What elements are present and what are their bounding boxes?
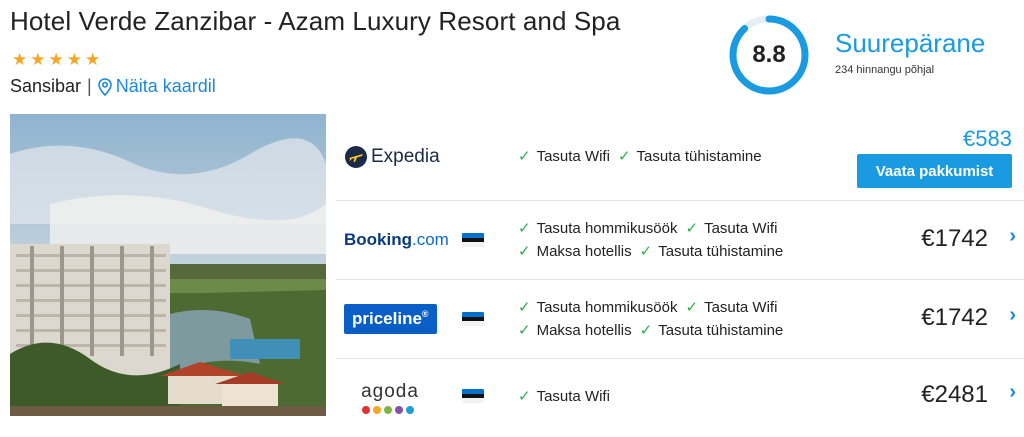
feature-label: Tasuta tühistamine xyxy=(636,148,762,165)
provider-logo-agoda: agoda xyxy=(360,359,420,437)
provider-logo-priceline: priceline® xyxy=(344,280,437,358)
provider-name: priceline xyxy=(352,309,422,328)
estonia-flag-icon xyxy=(462,389,484,403)
provider-name-main: Booking xyxy=(344,230,412,249)
map-pin-icon xyxy=(97,77,112,96)
hotel-title[interactable]: Hotel Verde Zanzibar - Azam Luxury Resor… xyxy=(10,6,620,37)
feature-label: Tasuta Wifi xyxy=(704,299,778,316)
rating-label: Suurepärane xyxy=(835,28,986,58)
estonia-flag-icon xyxy=(462,312,484,326)
offer-price[interactable]: €1742 xyxy=(921,225,988,253)
offer-price[interactable]: €583 xyxy=(963,126,1012,152)
feature-label: Tasuta tühistamine xyxy=(658,322,784,339)
provider-name: Expedia xyxy=(371,146,440,167)
check-icon: ✓ xyxy=(518,388,531,405)
show-on-map-link[interactable]: Näita kaardil xyxy=(97,76,216,97)
rating-score: 8.8 xyxy=(752,41,786,68)
feature-label: Maksa hotellis xyxy=(536,243,632,260)
offer-features: ✓ Tasuta Wifi ✓ Tasuta tühistamine xyxy=(518,145,762,168)
check-icon: ✓ xyxy=(518,148,531,165)
check-icon: ✓ xyxy=(685,299,699,316)
hotel-photo[interactable] xyxy=(10,114,326,416)
location-name: Sansibar xyxy=(10,76,82,96)
agoda-dots-icon xyxy=(362,406,414,414)
chevron-right-icon[interactable]: › xyxy=(1009,225,1016,248)
check-icon: ✓ xyxy=(639,322,653,339)
provider-logo-expedia: Expedia xyxy=(344,114,440,200)
provider-name-suffix: .com xyxy=(412,230,449,249)
offer-row[interactable]: priceline® ✓ Tasuta hommikusöök ✓ Tasuta… xyxy=(336,279,1024,358)
feature-label: Tasuta Wifi xyxy=(536,388,610,405)
check-icon: ✓ xyxy=(518,322,531,339)
chevron-right-icon[interactable]: › xyxy=(1009,381,1016,404)
feature-label: Tasuta tühistamine xyxy=(658,243,784,260)
chevron-right-icon[interactable]: › xyxy=(1009,304,1016,327)
offer-features: ✓ Tasuta hommikusöök ✓ Tasuta Wifi ✓ Mak… xyxy=(518,296,783,342)
provider-logo-booking: Booking .com xyxy=(344,201,449,279)
show-on-map-label: Näita kaardil xyxy=(115,76,216,96)
offer-row[interactable]: Booking .com ✓ Tasuta hommikusöök ✓ Tasut… xyxy=(336,200,1024,279)
offer-features: ✓ Tasuta Wifi xyxy=(518,385,610,408)
offer-features: ✓ Tasuta hommikusöök ✓ Tasuta Wifi ✓ Mak… xyxy=(518,217,783,263)
trademark-mark: ® xyxy=(421,309,429,319)
check-icon: ✓ xyxy=(518,299,531,316)
estonia-flag-icon xyxy=(462,233,484,247)
location-line: Sansibar | Näita kaardil xyxy=(10,76,216,97)
check-icon: ✓ xyxy=(639,243,653,260)
star-rating: ★★★★★ xyxy=(12,50,104,69)
rating-score-ring: 8.8 xyxy=(728,14,810,96)
offer-price[interactable]: €2481 xyxy=(921,381,988,409)
review-count: 234 hinnangu põhjal xyxy=(835,64,935,76)
view-deal-button[interactable]: Vaata pakkumist xyxy=(857,154,1012,188)
check-icon: ✓ xyxy=(518,220,531,237)
priceline-logo-box: priceline® xyxy=(344,304,437,334)
feature-label: Tasuta hommikusöök xyxy=(536,299,678,316)
feature-label: Tasuta Wifi xyxy=(704,220,778,237)
expedia-plane-icon xyxy=(345,146,367,168)
offer-row[interactable]: agoda ✓ Tasuta Wifi €2481 › xyxy=(336,358,1024,437)
check-icon: ✓ xyxy=(617,148,631,165)
feature-label: Maksa hotellis xyxy=(536,322,632,339)
feature-label: Tasuta Wifi xyxy=(536,148,610,165)
check-icon: ✓ xyxy=(685,220,699,237)
offer-price[interactable]: €1742 xyxy=(921,304,988,332)
offer-row[interactable]: Expedia ✓ Tasuta Wifi ✓ Tasuta tühistami… xyxy=(336,114,1024,200)
separator: | xyxy=(87,76,92,96)
feature-label: Tasuta hommikusöök xyxy=(536,220,678,237)
hotel-photo-image xyxy=(10,114,326,416)
provider-name: agoda xyxy=(361,381,419,402)
check-icon: ✓ xyxy=(518,243,531,260)
offers-list: Expedia ✓ Tasuta Wifi ✓ Tasuta tühistami… xyxy=(336,114,1024,437)
